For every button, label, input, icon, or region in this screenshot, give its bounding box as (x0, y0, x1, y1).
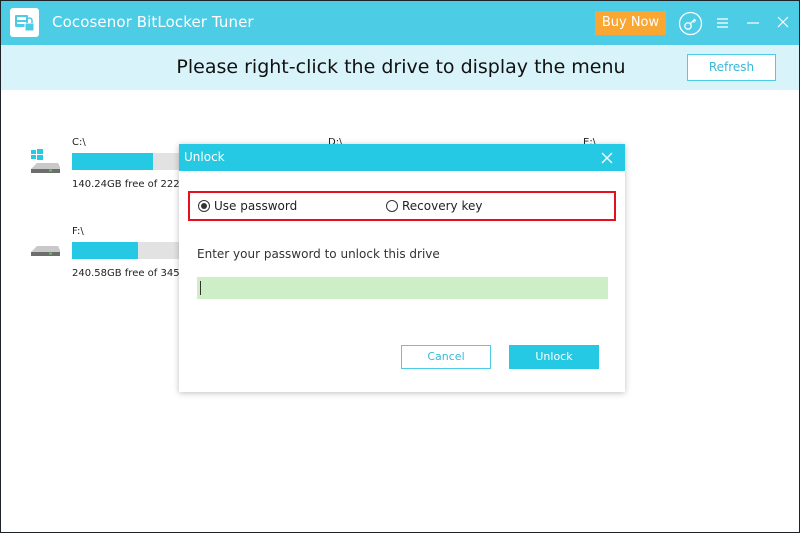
text-caret (200, 281, 201, 295)
unlock-button[interactable]: Unlock (509, 345, 599, 369)
password-prompt: Enter your password to unlock this drive (197, 247, 440, 261)
app-window: Cocosenor BitLocker Tuner Buy Now Please… (0, 0, 800, 533)
unlock-method-group: Use password Recovery key (188, 191, 616, 221)
menu-icon[interactable] (715, 15, 731, 31)
buy-now-button[interactable]: Buy Now (595, 11, 666, 35)
instruction-message: Please right-click the drive to display … (176, 56, 626, 78)
drive-free-space: 240.58GB free of 345.57 (72, 268, 196, 279)
header-bar: Please right-click the drive to display … (1, 45, 799, 90)
drive-free-space: 140.24GB free of 222.94 (72, 179, 196, 190)
key-icon[interactable] (678, 11, 703, 36)
title-bar: Cocosenor BitLocker Tuner Buy Now (1, 1, 799, 45)
dialog-close-icon[interactable] (600, 150, 614, 164)
recovery-key-radio[interactable] (386, 200, 398, 212)
app-title: Cocosenor BitLocker Tuner (52, 13, 254, 31)
use-password-label[interactable]: Use password (214, 199, 297, 213)
dialog-header: Unlock (179, 144, 625, 171)
refresh-button[interactable]: Refresh (687, 54, 776, 81)
recovery-key-label[interactable]: Recovery key (402, 199, 482, 213)
password-input[interactable] (197, 277, 608, 299)
cancel-button[interactable]: Cancel (401, 345, 491, 369)
dialog-title: Unlock (184, 150, 225, 164)
use-password-radio[interactable] (198, 200, 210, 212)
close-icon[interactable] (775, 14, 791, 30)
windows-drive-icon (28, 147, 62, 181)
unlock-dialog: Unlock Use password Recovery key Enter y… (179, 144, 625, 392)
drive-icon (28, 240, 62, 274)
drive-name: C:\ (72, 137, 86, 148)
minimize-icon[interactable] (745, 15, 761, 31)
drive-usage-fill (72, 242, 138, 259)
app-logo-icon (10, 8, 39, 37)
drive-usage-fill (72, 153, 154, 170)
drive-name: F:\ (72, 226, 84, 237)
